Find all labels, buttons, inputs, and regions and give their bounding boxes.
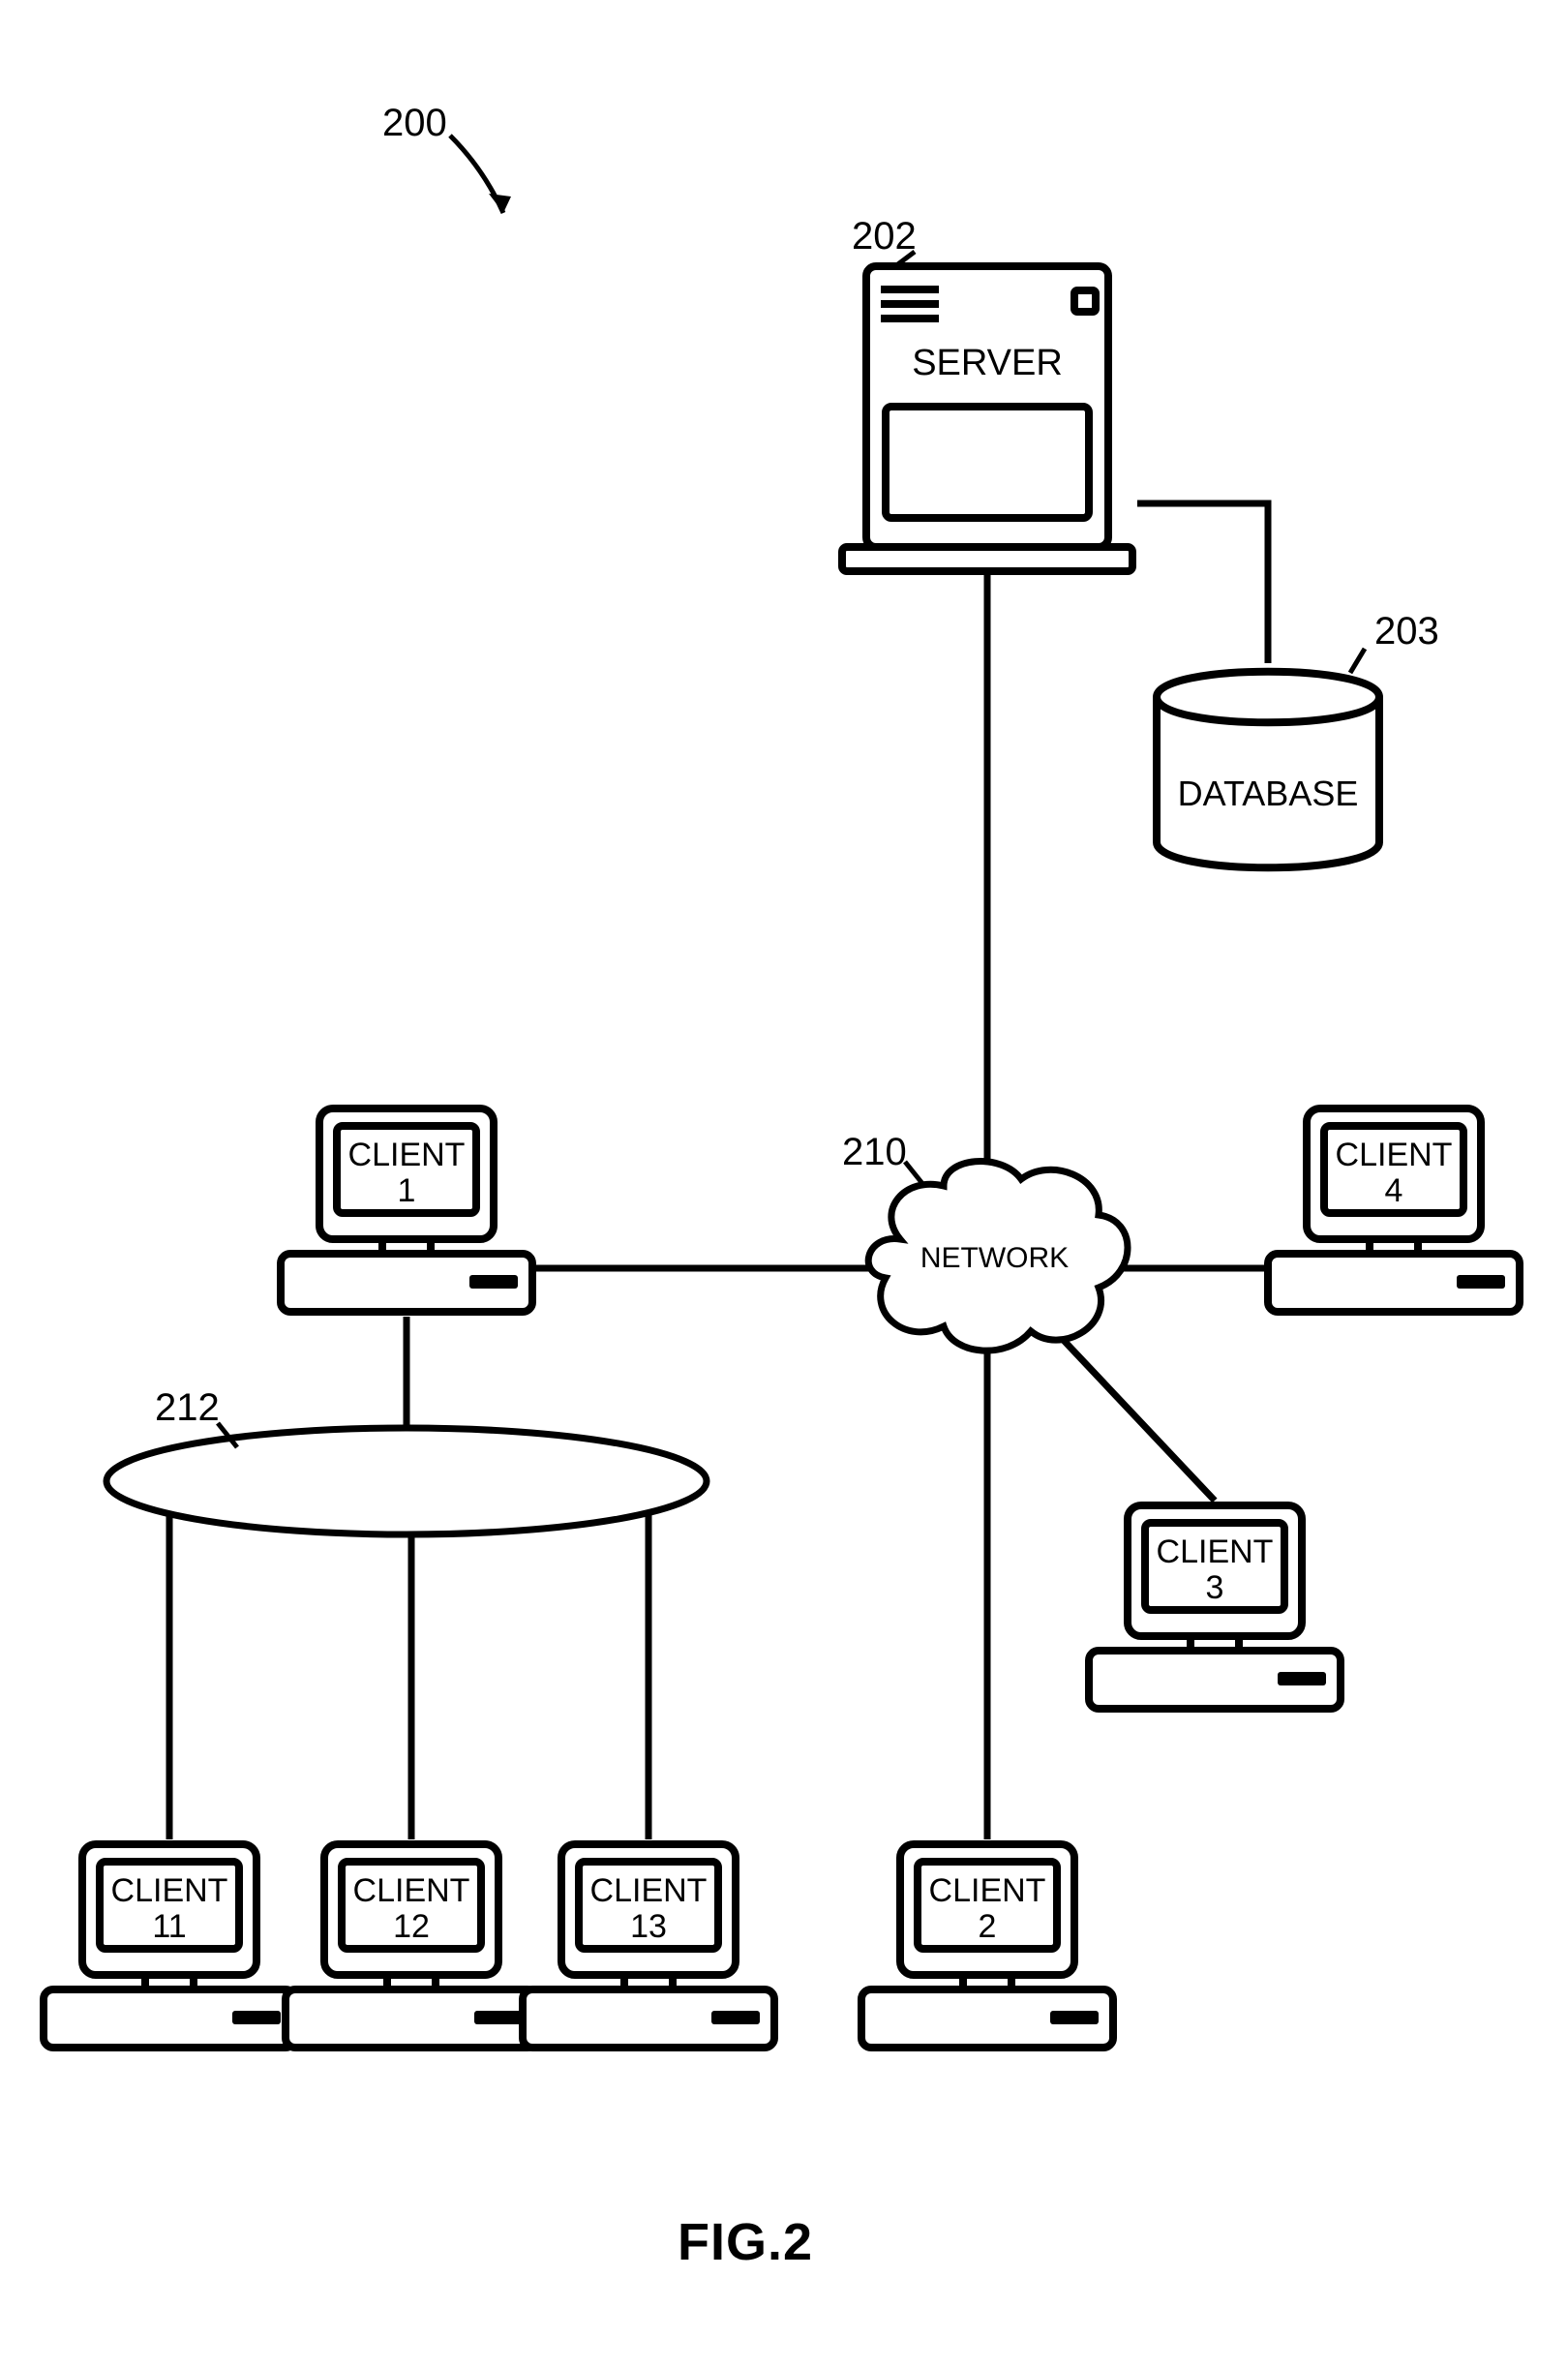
client-4-line1: CLIENT	[1336, 1137, 1453, 1173]
lan-ring	[106, 1428, 707, 1534]
client-4-label: CLIENT 4	[1326, 1138, 1462, 1210]
ref-200: 200	[382, 102, 447, 145]
ref-210: 210	[842, 1131, 907, 1174]
client-12-label: CLIENT 12	[344, 1873, 479, 1946]
database-cylinder	[1157, 672, 1379, 868]
client-13-line1: CLIENT	[590, 1872, 708, 1909]
client-12-line1: CLIENT	[353, 1872, 470, 1909]
figure-caption: FIG.2	[678, 2212, 813, 2272]
client-3-line1: CLIENT	[1157, 1533, 1274, 1570]
ref-202: 202	[852, 215, 917, 258]
ref-203: 203	[1374, 610, 1439, 653]
server-label: SERVER	[890, 344, 1084, 384]
client-12-line2: 12	[393, 1908, 430, 1945]
client-13-line2: 13	[630, 1908, 667, 1945]
client-2-line2: 2	[979, 1908, 997, 1945]
client-11-line2: 11	[152, 1908, 186, 1945]
client-11-line1: CLIENT	[111, 1872, 228, 1909]
client-1-line2: 1	[398, 1172, 416, 1209]
client-11-label: CLIENT 11	[102, 1873, 237, 1946]
network-label: NETWORK	[915, 1242, 1074, 1274]
client-1-label: CLIENT 1	[339, 1138, 474, 1210]
server-tower	[842, 266, 1132, 571]
client-2-label: CLIENT 2	[920, 1873, 1055, 1946]
client-3-label: CLIENT 3	[1147, 1534, 1282, 1607]
client-1-line1: CLIENT	[348, 1137, 466, 1173]
client-4-line2: 4	[1385, 1172, 1403, 1209]
client-3-line2: 3	[1206, 1569, 1224, 1606]
diagram-canvas: 200 202 203 210 212 SERVER DATABASE NETW…	[0, 0, 1568, 2368]
database-label: DATABASE	[1161, 774, 1374, 813]
client-13-label: CLIENT 13	[581, 1873, 716, 1946]
client-2-line1: CLIENT	[929, 1872, 1046, 1909]
ref-212: 212	[155, 1386, 220, 1430]
